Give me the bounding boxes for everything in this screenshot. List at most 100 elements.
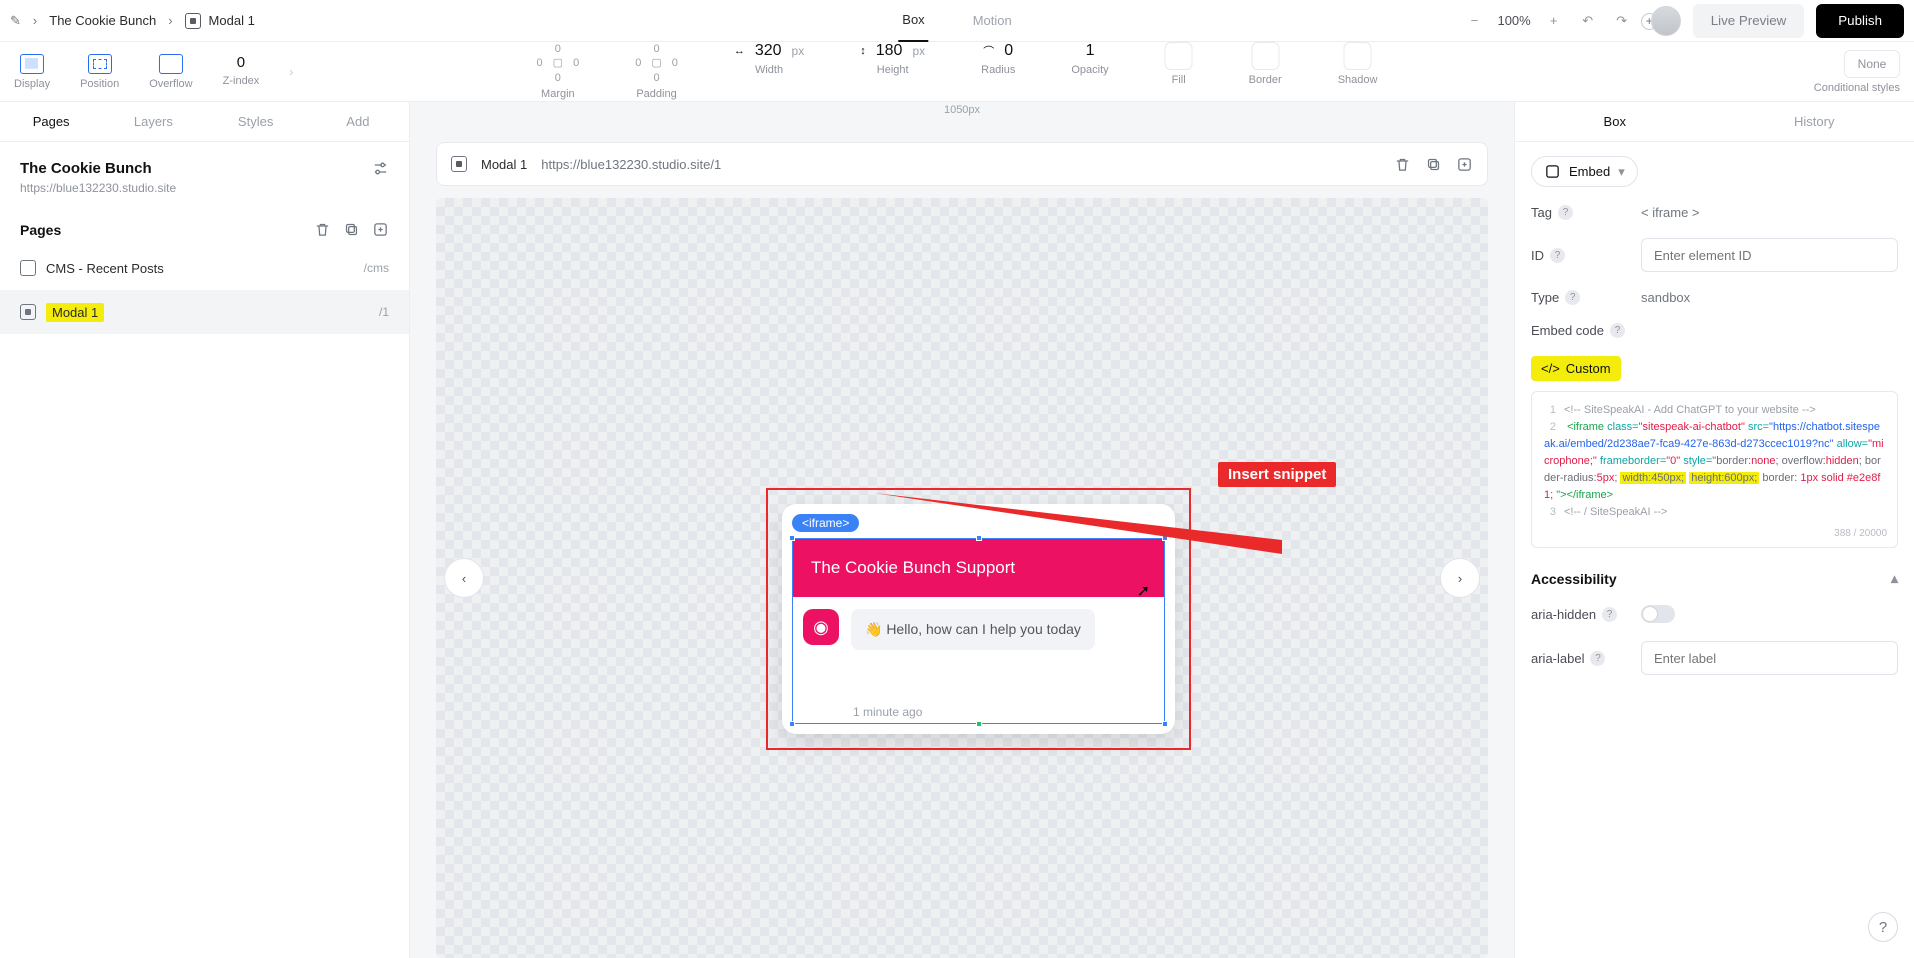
shadow-chip[interactable] [1344,42,1372,70]
margin-right[interactable]: 0 [573,56,579,70]
padding-top[interactable]: 0 [653,42,659,56]
chevron-right-icon: › [33,13,37,28]
char-counter: 388 / 20000 [1834,526,1887,542]
user-avatar[interactable] [1651,6,1681,36]
next-breakpoint-button[interactable]: › [1440,558,1480,598]
aria-label-input[interactable] [1641,641,1898,675]
overflow-icon[interactable] [159,54,183,74]
breadcrumb-project[interactable]: The Cookie Bunch [49,13,156,28]
tab-motion[interactable]: Motion [969,0,1016,42]
embed-chip-label: Embed [1569,164,1610,179]
tab-box[interactable]: Box [898,0,928,42]
chevron-right-icon[interactable]: › [289,65,293,79]
width-icon: ↔ [734,45,745,57]
zindex-label: Z-index [223,75,260,87]
position-label: Position [80,78,119,90]
settings-icon[interactable] [372,160,389,177]
live-preview-button[interactable]: Live Preview [1693,4,1805,38]
margin-left[interactable]: 0 [537,56,543,70]
page-slug: /1 [379,305,389,319]
type-value[interactable]: sandbox [1641,290,1898,305]
width-unit[interactable]: px [792,44,805,58]
add-page-icon[interactable] [372,221,389,238]
tag-label: Tag [1531,205,1552,220]
help-button[interactable]: ? [1868,912,1898,942]
accessibility-header[interactable]: Accessibility [1531,571,1617,587]
padding-bottom[interactable]: 0 [653,71,659,85]
help-icon[interactable]: ? [1565,290,1580,305]
prev-breakpoint-button[interactable]: ‹ [444,558,484,598]
tag-value[interactable]: < iframe > [1641,205,1898,220]
help-icon[interactable]: ? [1610,323,1625,338]
chevron-right-icon: › [168,13,172,28]
canvas-modal-url: https://blue132230.studio.site/1 [541,157,721,172]
width-value[interactable]: 320 [755,42,782,60]
custom-code-chip[interactable]: </> Custom [1531,356,1621,381]
left-tab-layers[interactable]: Layers [102,102,204,141]
conditional-none[interactable]: None [1844,50,1900,78]
add-icon[interactable] [1456,156,1473,173]
modal-icon [185,13,201,29]
embed-code-label: Embed code [1531,323,1604,338]
canvas-header: Modal 1 https://blue132230.studio.site/1 [436,142,1488,186]
position-icon[interactable] [88,54,112,74]
embed-code-editor[interactable]: 1<!-- SiteSpeakAI - Add ChatGPT to your … [1531,391,1898,548]
aria-hidden-toggle[interactable] [1641,605,1675,623]
height-unit[interactable]: px [912,44,925,58]
pages-header: Pages [20,222,61,238]
border-label: Border [1249,74,1282,86]
zoom-out-button[interactable]: − [1463,10,1485,32]
trash-icon[interactable] [1394,156,1411,173]
opacity-label: Opacity [1071,64,1108,76]
display-icon[interactable] [20,54,44,74]
id-input[interactable] [1641,238,1898,272]
custom-label: Custom [1566,361,1611,376]
padding-right[interactable]: 0 [672,56,678,70]
breadcrumb-page[interactable]: Modal 1 [209,13,255,28]
padding-left[interactable]: 0 [635,56,641,70]
canvas-area[interactable]: ‹ › <iframe> The Cookie Bunch Support ◉ [436,198,1488,958]
edit-icon[interactable]: ✎ [10,13,21,29]
canvas-modal-name[interactable]: Modal 1 [481,157,527,172]
left-tab-styles[interactable]: Styles [205,102,307,141]
redo-button[interactable]: ↷ [1611,10,1633,32]
page-item[interactable]: CMS - Recent Posts /cms [0,246,409,290]
margin-top[interactable]: 0 [555,42,561,56]
margin-label: Margin [541,87,575,101]
project-url: https://blue132230.studio.site [20,181,176,195]
zindex-value[interactable]: 0 [237,54,245,71]
radius-value[interactable]: 0 [1004,42,1013,60]
undo-button[interactable]: ↶ [1577,10,1599,32]
page-item[interactable]: Modal 1 /1 [0,290,409,334]
help-icon[interactable]: ? [1602,607,1617,622]
chevron-down-icon: ▾ [1618,164,1625,180]
publish-button[interactable]: Publish [1816,4,1904,38]
code-icon: </> [1541,361,1560,376]
help-icon[interactable]: ? [1558,205,1573,220]
modal-icon [20,304,36,320]
border-chip[interactable] [1251,42,1279,70]
overflow-label: Overflow [149,78,192,90]
help-icon[interactable]: ? [1550,248,1565,263]
aria-label-label: aria-label [1531,651,1584,666]
opacity-value[interactable]: 1 [1086,42,1095,60]
embed-type-chip[interactable]: Embed ▾ [1531,156,1638,187]
height-value[interactable]: 180 [876,42,903,60]
zoom-in-button[interactable]: + [1543,10,1565,32]
help-icon[interactable]: ? [1590,651,1605,666]
page-slug: /cms [364,261,389,275]
right-tab-history[interactable]: History [1715,102,1914,141]
fill-label: Fill [1172,74,1186,86]
duplicate-icon[interactable] [343,221,360,238]
left-tab-add[interactable]: Add [307,102,409,141]
chatbot-timestamp: 1 minute ago [793,701,1164,723]
fill-chip[interactable] [1165,42,1193,70]
duplicate-icon[interactable] [1425,156,1442,173]
trash-icon[interactable] [314,221,331,238]
margin-bottom[interactable]: 0 [555,71,561,85]
radius-label: Radius [981,64,1015,76]
canvas-ruler: 1050px [410,104,1514,116]
chevron-up-icon[interactable]: ▴ [1891,570,1898,587]
left-tab-pages[interactable]: Pages [0,102,102,141]
right-tab-box[interactable]: Box [1515,102,1715,141]
